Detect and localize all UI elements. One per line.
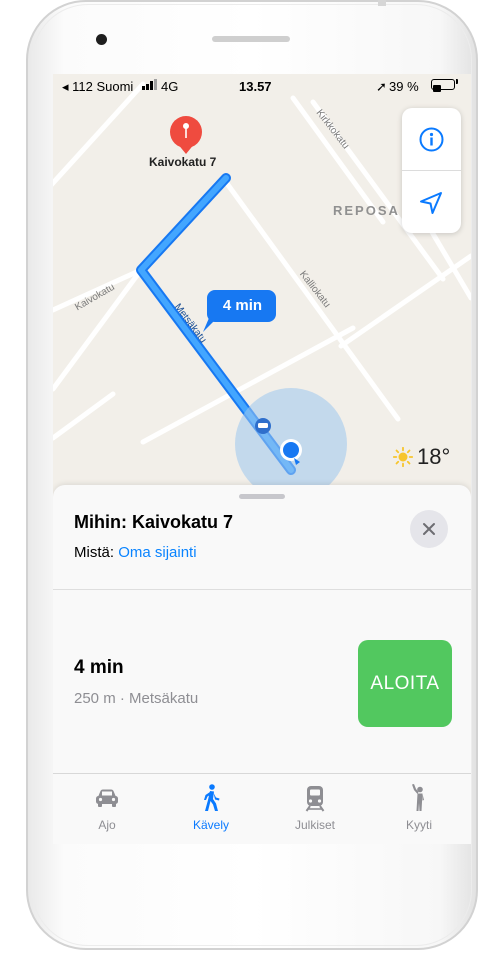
info-button[interactable] bbox=[402, 108, 461, 170]
status-bar: ◂ 112 Suomi 4G 13.57 ➚ 39 % bbox=[53, 74, 471, 98]
tab-transit[interactable]: Julkiset bbox=[263, 783, 367, 837]
side-button bbox=[378, 0, 386, 6]
temperature-label: 18° bbox=[417, 444, 451, 469]
tab-rideshare[interactable]: Kyyti bbox=[367, 783, 471, 837]
location-arrow-icon bbox=[420, 192, 442, 214]
location-services-icon: ➚ bbox=[376, 79, 387, 94]
eta-label: 4 min bbox=[222, 297, 263, 314]
destination-label: Kaivokatu 7 bbox=[149, 155, 217, 169]
origin-label: Mistä: bbox=[74, 544, 115, 561]
car-icon bbox=[96, 789, 118, 807]
walking-icon bbox=[204, 784, 220, 811]
clock: 13.57 bbox=[239, 79, 272, 94]
route-details: 250 m · Metsäkatu bbox=[74, 690, 199, 707]
route-option[interactable]: 4 min 250 m · Metsäkatu ALOITA bbox=[53, 590, 471, 773]
sun-icon bbox=[393, 447, 413, 467]
divider bbox=[53, 773, 471, 774]
close-icon bbox=[423, 523, 435, 535]
current-location-button[interactable] bbox=[402, 171, 461, 233]
close-button[interactable] bbox=[410, 510, 448, 548]
origin-link[interactable]: Oma sijainti bbox=[118, 544, 196, 561]
battery-cap bbox=[456, 79, 458, 84]
tab-label: Kyyti bbox=[405, 818, 432, 832]
tab-driving[interactable]: Ajo bbox=[55, 783, 159, 837]
district-label: REPOSA bbox=[333, 203, 400, 218]
tab-label: Julkiset bbox=[294, 818, 335, 832]
screen: Kaivokatu 7 4 min REPOSA Kirkkokatu Kaiv… bbox=[53, 74, 471, 844]
tab-label: Ajo bbox=[98, 818, 116, 832]
destination-title: Mihin: Kaivokatu 7 bbox=[74, 512, 234, 532]
front-camera bbox=[96, 34, 107, 45]
start-button[interactable]: ALOITA bbox=[358, 640, 452, 727]
train-icon bbox=[305, 786, 325, 812]
signal-bars-icon bbox=[142, 79, 157, 90]
tab-label: Kävely bbox=[192, 818, 230, 832]
origin-row: Mistä: Oma sijainti bbox=[74, 544, 197, 561]
tab-walking[interactable]: Kävely bbox=[159, 783, 263, 837]
directions-card: Mihin: Kaivokatu 7 Mistä: Oma sijainti 4… bbox=[53, 485, 471, 844]
battery-icon bbox=[431, 79, 455, 92]
route-duration: 4 min bbox=[74, 657, 124, 678]
earpiece-speaker bbox=[212, 36, 290, 42]
battery-percent: 39 % bbox=[389, 79, 419, 94]
rideshare-icon bbox=[412, 784, 424, 811]
map-controls bbox=[402, 108, 461, 233]
network-label: 4G bbox=[161, 79, 179, 94]
info-icon bbox=[419, 127, 444, 152]
sheet-grabber[interactable] bbox=[239, 494, 285, 499]
carrier-label: ◂ 112 Suomi bbox=[62, 79, 134, 94]
